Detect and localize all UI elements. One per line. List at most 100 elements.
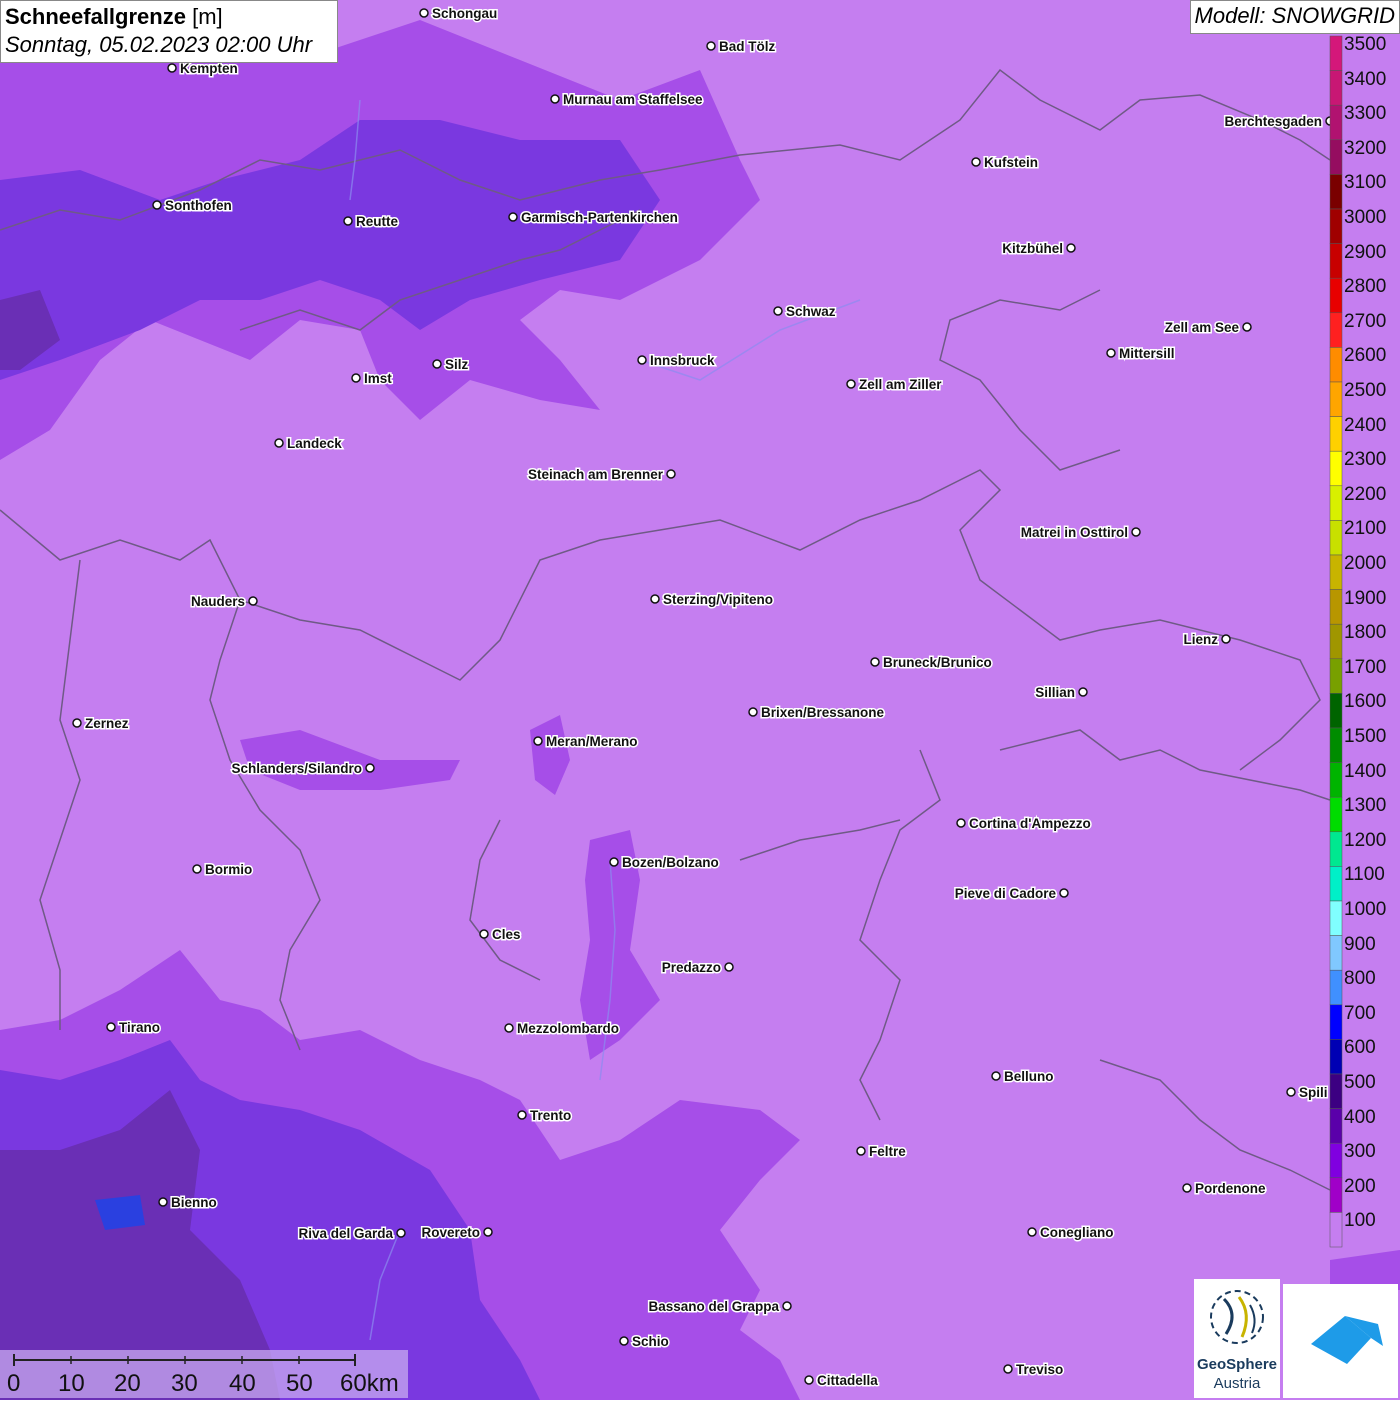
city-dot (748, 707, 758, 717)
legend-swatch (1329, 969, 1343, 1006)
legend-label: 2300 (1344, 449, 1387, 471)
city-dot (1078, 687, 1088, 697)
legend-label: 800 (1344, 968, 1376, 990)
legend-swatch (1329, 1177, 1343, 1213)
scale-label: 60km (340, 1370, 399, 1397)
legend-label: 300 (1344, 1141, 1376, 1163)
city-label: Zernez (85, 716, 129, 731)
city-marker: Steinach am Brenner (526, 466, 676, 484)
city-label: Conegliano (1040, 1225, 1114, 1240)
city-label: Matrei in Osttirol (1021, 525, 1128, 540)
legend-label: 1600 (1344, 691, 1387, 713)
city-label: Reutte (356, 214, 398, 229)
legend-label: 3300 (1344, 103, 1387, 125)
city-label: Mittersill (1119, 346, 1175, 361)
logo-line1: GeoSphere (1196, 1356, 1278, 1373)
city-dot (483, 1227, 493, 1237)
city-label: Kitzbühel (1002, 241, 1063, 256)
city-label: Imst (364, 371, 392, 386)
logo-line2: Austria (1213, 1375, 1261, 1392)
legend-swatch (1329, 450, 1343, 487)
city-marker: Matrei in Osttirol (1019, 524, 1141, 542)
city-label: Bassano del Grappa (648, 1299, 779, 1314)
city-dot (106, 1022, 116, 1032)
legend-label: 2600 (1344, 345, 1387, 367)
legend-label: 1300 (1344, 795, 1387, 817)
legend-swatch (1329, 796, 1343, 833)
city-dot (192, 864, 202, 874)
city-label: Cortina d'Ampezzo (969, 816, 1091, 831)
city-label: Brixen/Bressanone (761, 705, 885, 720)
legend-label: 3000 (1344, 207, 1387, 228)
city-label: Zell am See (1165, 320, 1240, 335)
legend-label: 3200 (1344, 137, 1387, 159)
city-marker: Sonthofen (152, 197, 233, 215)
city-marker: Meran/Merano (533, 733, 639, 751)
city-label: Kempten (180, 61, 238, 76)
city-label: Sillian (1035, 685, 1075, 700)
city-label: Bruneck/Brunico (883, 655, 992, 670)
legend-label: 2400 (1344, 414, 1387, 436)
city-label: Rovereto (421, 1225, 480, 1240)
city-marker: Bozen/Bolzano (609, 854, 720, 872)
legend-label: 2200 (1344, 483, 1387, 505)
city-label: Lienz (1183, 632, 1218, 647)
legend-label: 200 (1344, 1175, 1376, 1197)
city-marker: Schongau (419, 5, 499, 23)
legend-label: 3400 (1344, 68, 1387, 90)
map-datetime: Sonntag, 05.02.2023 02:00 Uhr (5, 32, 313, 57)
snowfall-map: Schongau Bad Tölz Kempten Murnau am Staffel… (0, 0, 1400, 1400)
city-dot (782, 1301, 792, 1311)
city-dot (1106, 348, 1116, 358)
city-label: Pordenone (1195, 1181, 1266, 1196)
legend-swatch (1329, 35, 1343, 71)
city-label: Schlanders/Silandro (231, 761, 362, 776)
title-unit: [m] (192, 4, 223, 29)
legend-swatch (1329, 831, 1343, 867)
legend-swatch (1329, 104, 1343, 141)
city-dot (637, 355, 647, 365)
scale-label: 40 (229, 1370, 256, 1397)
city-dot (479, 929, 489, 939)
legend-label: 3100 (1344, 172, 1387, 194)
city-dot (609, 857, 619, 867)
legend-label: 3500 (1344, 34, 1387, 55)
legend-label: 500 (1344, 1072, 1376, 1093)
city-label: Silz (445, 357, 469, 372)
legend-swatch (1329, 1073, 1343, 1109)
legend-swatch (1329, 1039, 1343, 1075)
legend-label: 1800 (1344, 622, 1387, 644)
city-marker: Innsbruck (637, 352, 717, 370)
legend-label: 1100 (1344, 864, 1385, 886)
legend-swatch (1329, 485, 1343, 521)
legend-swatch (1329, 277, 1343, 314)
legend-label: 2700 (1344, 310, 1387, 332)
city-label: Innsbruck (650, 353, 715, 368)
legend-swatch (1329, 866, 1343, 902)
scale-label: 30 (171, 1370, 198, 1397)
legend-swatch (1329, 658, 1343, 694)
legend-label: 2800 (1344, 276, 1387, 298)
city-dot (956, 818, 966, 828)
city-dot (158, 1197, 168, 1207)
legend-swatch (1329, 347, 1343, 383)
map-title: Schneefallgrenze [m] (5, 3, 333, 31)
city-label: Landeck (287, 436, 342, 451)
city-label: Feltre (869, 1144, 906, 1159)
legend-swatch (1329, 623, 1343, 660)
city-label: Riva del Garda (298, 1226, 393, 1241)
legend-label: 2900 (1344, 241, 1387, 263)
city-dot (1286, 1087, 1296, 1097)
city-marker: Sterzing/Vipiteno (650, 591, 775, 609)
legend-swatch (1329, 1004, 1343, 1040)
city-dot (804, 1375, 814, 1385)
city-dot (365, 763, 375, 773)
city-dot (1027, 1227, 1037, 1237)
legend-swatch (1329, 208, 1343, 244)
city-marker: Murnau am Staffelsee (550, 91, 705, 109)
city-dot (432, 359, 442, 369)
city-label: Spili (1299, 1085, 1328, 1100)
city-marker: Garmisch-Partenkirchen (508, 209, 679, 227)
partner-logo (1283, 1284, 1398, 1398)
city-label: Zell am Ziller (859, 377, 942, 392)
